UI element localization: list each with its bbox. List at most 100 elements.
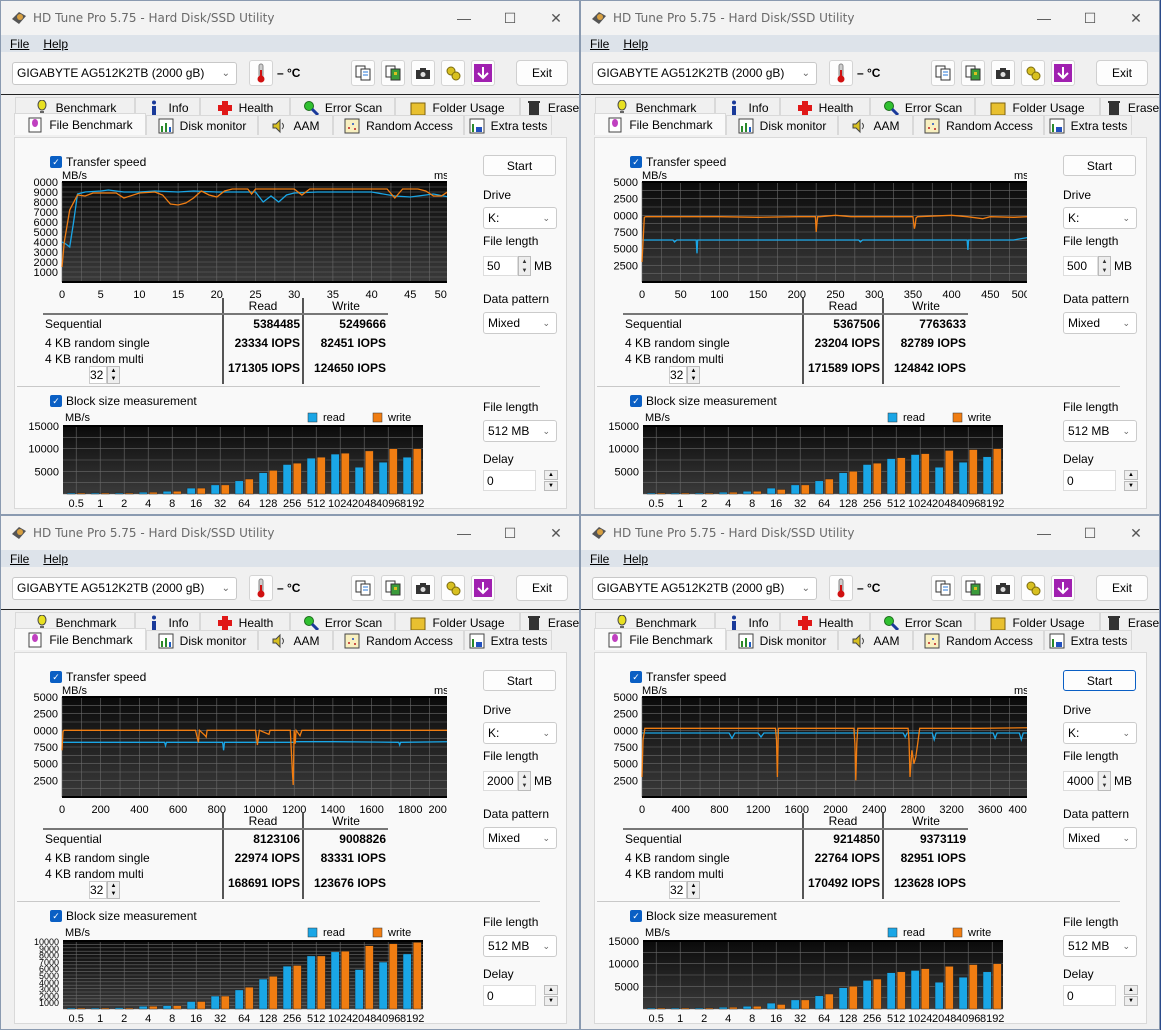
copy-info-button[interactable]: [931, 60, 955, 86]
drive-letter-select[interactable]: K: ⌄: [1063, 722, 1137, 744]
maximize-button[interactable]: ☐: [487, 516, 533, 550]
tab-extra-tests[interactable]: Extra tests: [1044, 115, 1132, 135]
options-button[interactable]: [1021, 60, 1045, 86]
delay-input[interactable]: 0: [1063, 470, 1116, 491]
start-button[interactable]: Start: [483, 155, 556, 176]
menu-file[interactable]: File: [590, 37, 609, 51]
tab-folder-usage[interactable]: Folder Usage: [975, 612, 1100, 632]
data-pattern-select[interactable]: Mixed ⌄: [1063, 312, 1137, 334]
spin-up-icon[interactable]: ▲: [1099, 257, 1110, 266]
tab-file-benchmark[interactable]: File Benchmark: [14, 628, 146, 650]
tab-health[interactable]: Health: [780, 97, 870, 117]
block-size-checkbox[interactable]: ✓ Block size measurement: [50, 394, 197, 408]
close-button[interactable]: ✕: [533, 516, 579, 550]
tab-file-benchmark[interactable]: File Benchmark: [594, 628, 726, 650]
spin-down-icon[interactable]: ▼: [519, 266, 530, 275]
maximize-button[interactable]: ☐: [1067, 1, 1113, 35]
block-size-checkbox[interactable]: ✓ Block size measurement: [630, 394, 777, 408]
spin-down-icon[interactable]: ▼: [544, 996, 558, 1006]
spin-up-icon[interactable]: ▲: [1124, 985, 1138, 995]
tab-disk-monitor[interactable]: Disk monitor: [146, 115, 258, 135]
tab-erase[interactable]: Erase: [520, 97, 579, 117]
menu-file[interactable]: File: [10, 552, 29, 566]
copy-info-button[interactable]: [931, 575, 955, 601]
spin-down-icon[interactable]: ▼: [688, 890, 699, 898]
save-button[interactable]: [1051, 60, 1075, 86]
spin-down-icon[interactable]: ▼: [544, 481, 558, 491]
file-length-value[interactable]: 4000: [1063, 771, 1098, 791]
tab-disk-monitor[interactable]: Disk monitor: [726, 630, 838, 650]
options-button[interactable]: [441, 575, 465, 601]
screenshot-button[interactable]: [411, 60, 435, 86]
temperature-button[interactable]: [249, 60, 273, 86]
spin-down-icon[interactable]: ▼: [108, 375, 119, 383]
close-button[interactable]: ✕: [1113, 1, 1159, 35]
tab-random-access[interactable]: Random Access: [333, 630, 464, 650]
minimize-button[interactable]: —: [1021, 1, 1067, 35]
drive-letter-select[interactable]: K: ⌄: [1063, 207, 1137, 229]
spin-down-icon[interactable]: ▼: [1099, 266, 1110, 275]
spin-down-icon[interactable]: ▼: [519, 781, 530, 790]
maximize-button[interactable]: ☐: [1067, 516, 1113, 550]
menu-help[interactable]: Help: [43, 37, 68, 51]
tab-file-benchmark[interactable]: File Benchmark: [14, 113, 146, 135]
file-length-value[interactable]: 2000: [483, 771, 518, 791]
close-button[interactable]: ✕: [1113, 516, 1159, 550]
queue-depth-value[interactable]: 32: [669, 366, 687, 384]
drive-select[interactable]: GIGABYTE AG512K2TB (2000 gB) ⌄: [12, 576, 237, 600]
spin-up-icon[interactable]: ▲: [519, 257, 530, 266]
queue-depth-value[interactable]: 32: [89, 881, 107, 899]
tab-aam[interactable]: AAM: [258, 115, 333, 135]
minimize-button[interactable]: —: [441, 516, 487, 550]
minimize-button[interactable]: —: [441, 1, 487, 35]
file-length-value[interactable]: 50: [483, 256, 518, 276]
drive-letter-select[interactable]: K: ⌄: [483, 722, 557, 744]
copy-info-button[interactable]: [351, 60, 375, 86]
temperature-button[interactable]: [829, 60, 853, 86]
exit-button[interactable]: Exit: [1096, 60, 1148, 86]
tab-erase[interactable]: Erase: [1100, 97, 1159, 117]
tab-random-access[interactable]: Random Access: [913, 630, 1044, 650]
spin-up-icon[interactable]: ▲: [688, 882, 699, 890]
menu-help[interactable]: Help: [43, 552, 68, 566]
spin-up-icon[interactable]: ▲: [519, 772, 530, 781]
save-button[interactable]: [471, 60, 495, 86]
tab-erase[interactable]: Erase: [520, 612, 579, 632]
file-length-value[interactable]: 500: [1063, 256, 1098, 276]
queue-depth-spinner[interactable]: 32 ▲ ▼: [669, 366, 700, 384]
tab-aam[interactable]: AAM: [258, 630, 333, 650]
tab-extra-tests[interactable]: Extra tests: [1044, 630, 1132, 650]
tab-random-access[interactable]: Random Access: [913, 115, 1044, 135]
transfer-speed-checkbox[interactable]: ✓ Transfer speed: [50, 670, 146, 684]
menu-help[interactable]: Help: [623, 37, 648, 51]
transfer-speed-checkbox[interactable]: ✓ Transfer speed: [630, 155, 726, 169]
spin-up-icon[interactable]: ▲: [544, 470, 558, 480]
close-button[interactable]: ✕: [533, 1, 579, 35]
spin-down-icon[interactable]: ▼: [108, 890, 119, 898]
spin-up-icon[interactable]: ▲: [1099, 772, 1110, 781]
delay-input[interactable]: 0: [483, 470, 536, 491]
exit-button[interactable]: Exit: [516, 575, 568, 601]
tab-disk-monitor[interactable]: Disk monitor: [726, 115, 838, 135]
spin-up-icon[interactable]: ▲: [688, 367, 699, 375]
queue-depth-spinner[interactable]: 32 ▲ ▼: [669, 881, 700, 899]
data-pattern-select[interactable]: Mixed ⌄: [483, 827, 557, 849]
file-length-spinner[interactable]: 2000 ▲ ▼: [483, 771, 531, 791]
save-button[interactable]: [471, 575, 495, 601]
tab-folder-usage[interactable]: Folder Usage: [395, 97, 520, 117]
tab-aam[interactable]: AAM: [838, 115, 913, 135]
tab-erase[interactable]: Erase: [1100, 612, 1159, 632]
tab-health[interactable]: Health: [200, 97, 290, 117]
spin-down-icon[interactable]: ▼: [1124, 481, 1138, 491]
transfer-speed-checkbox[interactable]: ✓ Transfer speed: [630, 670, 726, 684]
exit-button[interactable]: Exit: [1096, 575, 1148, 601]
options-button[interactable]: [441, 60, 465, 86]
data-pattern-select[interactable]: Mixed ⌄: [1063, 827, 1137, 849]
tab-health[interactable]: Health: [200, 612, 290, 632]
queue-depth-spinner[interactable]: 32 ▲ ▼: [89, 881, 120, 899]
delay-input[interactable]: 0: [483, 985, 536, 1006]
exit-button[interactable]: Exit: [516, 60, 568, 86]
copy-screenshot-button[interactable]: [381, 575, 405, 601]
tab-error-scan[interactable]: Error Scan: [870, 97, 975, 117]
start-button[interactable]: Start: [483, 670, 556, 691]
